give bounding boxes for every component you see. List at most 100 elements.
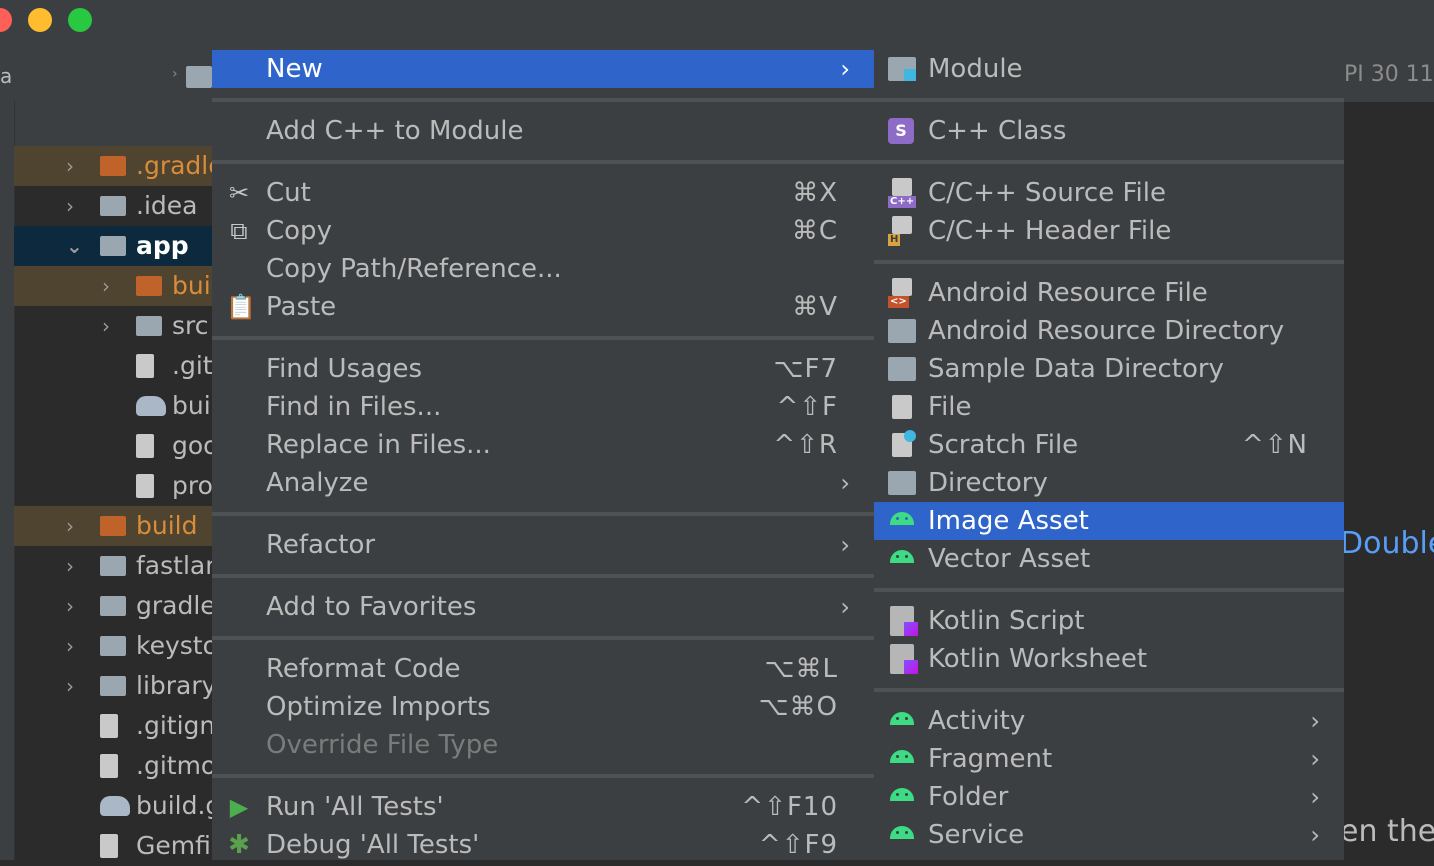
android-icon (890, 712, 914, 725)
menu-item-optimize-imports[interactable]: Optimize Imports ⌥⌘O (212, 688, 874, 726)
zoom-window-button[interactable] (68, 8, 92, 32)
tree-row[interactable]: .gitmodules (14, 746, 212, 786)
submenu-item-directory[interactable]: Directory (874, 464, 1344, 502)
tree-row[interactable]: › build (14, 266, 212, 306)
tree-row[interactable]: › keystore (14, 626, 212, 666)
submenu-item-image-asset[interactable]: Image Asset (874, 502, 1344, 540)
cpp-badge: C++ (888, 196, 917, 208)
menu-item-find-in-files[interactable]: Find in Files... ^⇧F (212, 388, 874, 426)
tree-row[interactable]: ⌄ app (14, 226, 212, 266)
chevron-right-icon: › (1310, 707, 1320, 735)
tree-row[interactable]: › .gradle (14, 146, 212, 186)
chevron-down-icon[interactable]: ⌄ (66, 226, 83, 266)
chevron-right-icon[interactable]: › (102, 266, 110, 306)
menu-item-label: C/C++ Header File (928, 216, 1172, 246)
tree-row[interactable]: .gitignore (14, 706, 212, 746)
tree-row[interactable]: proguard-rules.pro (14, 466, 212, 506)
submenu-item-android-resource-file[interactable]: <> Android Resource File (874, 274, 1344, 312)
chevron-right-icon[interactable]: › (66, 506, 74, 546)
chevron-right-icon[interactable]: › (66, 666, 74, 706)
chevron-right-icon[interactable]: › (66, 146, 74, 186)
submenu-item-cpp-header[interactable]: H C/C++ Header File (874, 212, 1344, 250)
menu-item-label: Service (928, 820, 1025, 850)
folder-icon (100, 676, 126, 696)
submenu-item-folder[interactable]: Folder › (874, 778, 1344, 816)
excluded-folder-icon (136, 276, 162, 296)
menu-item-label: Cut (266, 178, 311, 208)
debug-icon: ✱ (228, 830, 250, 860)
tree-row[interactable]: build.gradle (14, 386, 212, 426)
menu-item-label: Sample Data Directory (928, 354, 1224, 384)
menu-item-label: Image Asset (928, 506, 1089, 536)
file-icon (100, 834, 118, 858)
tree-item-label: gradle (136, 591, 212, 620)
menu-item-find-usages[interactable]: Find Usages ⌥F7 (212, 350, 874, 388)
menu-item-cut[interactable]: ✂ Cut ⌘X (212, 174, 874, 212)
tree-item-label: .gitignore (136, 711, 212, 740)
tree-row[interactable]: Gemfile (14, 826, 212, 866)
tree-row[interactable]: › .idea (14, 186, 212, 226)
submenu-item-kotlin-script[interactable]: Kotlin Script (874, 602, 1344, 640)
submenu-item-cpp-source[interactable]: C++ C/C++ Source File (874, 174, 1344, 212)
menu-item-reformat-code[interactable]: Reformat Code ⌥⌘L (212, 650, 874, 688)
submenu-item-sample-data-directory[interactable]: Sample Data Directory (874, 350, 1344, 388)
tree-row[interactable]: › build (14, 506, 212, 546)
menu-item-label: Add to Favorites (266, 592, 477, 622)
menu-item-add-to-favorites[interactable]: Add to Favorites › (212, 588, 874, 626)
chevron-right-icon: › (1310, 745, 1320, 773)
tree-row[interactable]: › gradle (14, 586, 212, 626)
tree-row[interactable]: build.gradle (14, 786, 212, 826)
submenu-item-vector-asset[interactable]: Vector Asset (874, 540, 1344, 578)
menu-separator (212, 574, 874, 578)
minimize-window-button[interactable] (28, 8, 52, 32)
gradle-icon (136, 396, 166, 416)
menu-item-label: Reformat Code (266, 654, 461, 684)
file-icon (136, 474, 154, 498)
tree-row[interactable]: › library (14, 666, 212, 706)
menu-item-analyze[interactable]: Analyze › (212, 464, 874, 502)
tree-row[interactable]: › src (14, 306, 212, 346)
editor-link-text[interactable]: Double (1340, 526, 1434, 561)
menu-item-copy[interactable]: ⧉ Copy ⌘C (212, 212, 874, 250)
submenu-item-file[interactable]: File (874, 388, 1344, 426)
folder-icon (100, 636, 126, 656)
tool-window-stripe[interactable] (0, 100, 15, 860)
chevron-right-icon[interactable]: › (66, 546, 74, 586)
submenu-item-android-resource-directory[interactable]: Android Resource Directory (874, 312, 1344, 350)
menu-item-label: Debug 'All Tests' (266, 830, 480, 860)
tree-row[interactable]: .gitignore (14, 346, 212, 386)
submenu-item-fragment[interactable]: Fragment › (874, 740, 1344, 778)
chevron-right-icon[interactable]: › (66, 586, 74, 626)
menu-item-label: Kotlin Script (928, 606, 1085, 636)
submenu-item-service[interactable]: Service › (874, 816, 1344, 854)
menu-item-label: Run 'All Tests' (266, 792, 444, 822)
tree-row[interactable]: › fastlane (14, 546, 212, 586)
menu-item-shortcut: ^⇧F10 (741, 792, 838, 822)
submenu-item-module[interactable]: Module (874, 50, 1344, 88)
folder-icon (100, 596, 126, 616)
menu-separator (874, 98, 1344, 102)
menu-item-shortcut: ⌘C (791, 216, 838, 246)
chevron-right-icon: › (1310, 821, 1320, 849)
android-icon (890, 826, 914, 839)
file-icon (892, 395, 912, 419)
file-icon (136, 354, 154, 378)
menu-item-paste[interactable]: 📋 Paste ⌘V (212, 288, 874, 326)
chevron-right-icon[interactable]: › (102, 306, 110, 346)
menu-item-replace-in-files[interactable]: Replace in Files... ^⇧R (212, 426, 874, 464)
api-level-label[interactable]: PI 30 11.0 (1344, 62, 1434, 87)
submenu-item-scratch-file[interactable]: Scratch File ^⇧N (874, 426, 1344, 464)
submenu-item-activity[interactable]: Activity › (874, 702, 1344, 740)
submenu-item-cpp-class[interactable]: S C++ Class (874, 112, 1344, 150)
tree-row[interactable]: google-services.json (14, 426, 212, 466)
menu-item-run-all-tests[interactable]: ▶ Run 'All Tests' ^⇧F10 (212, 788, 874, 826)
menu-item-debug-all-tests[interactable]: ✱ Debug 'All Tests' ^⇧F9 (212, 826, 874, 864)
menu-item-refactor[interactable]: Refactor › (212, 526, 874, 564)
chevron-right-icon[interactable]: › (66, 626, 74, 666)
chevron-right-icon[interactable]: › (66, 186, 74, 226)
submenu-item-kotlin-worksheet[interactable]: Kotlin Worksheet (874, 640, 1344, 678)
menu-item-label: Refactor (266, 530, 376, 560)
menu-item-add-cpp[interactable]: Add C++ to Module (212, 112, 874, 150)
menu-item-new[interactable]: New › (212, 50, 874, 88)
menu-item-copy-path[interactable]: Copy Path/Reference... (212, 250, 874, 288)
